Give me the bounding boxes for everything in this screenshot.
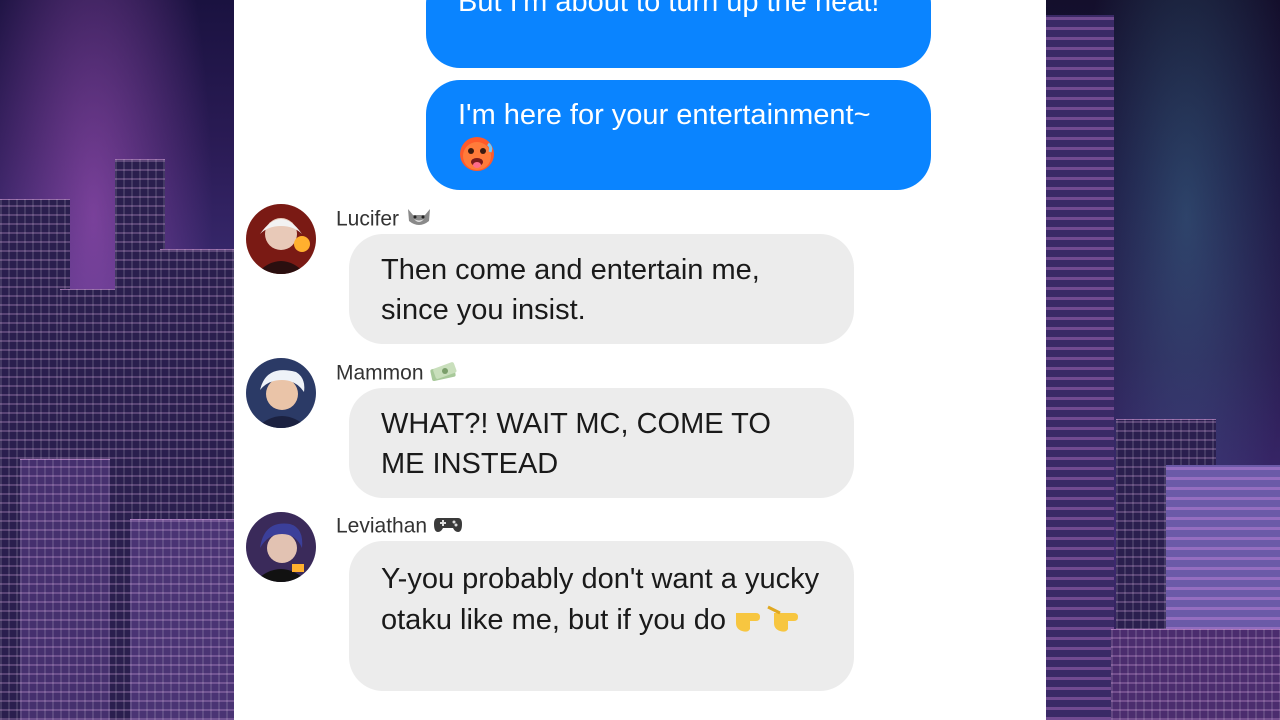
avatar-lucifer[interactable]	[246, 204, 316, 274]
outgoing-message: But I'm about to turn up the heat!	[426, 0, 931, 68]
avatar-leviathan[interactable]	[246, 512, 316, 582]
avatar-mammon[interactable]	[246, 358, 316, 428]
message-text: But I'm about to turn up the heat!	[458, 0, 880, 18]
message-text: I'm here for your entertainment~	[458, 99, 871, 131]
sender-label: Mammon	[336, 361, 424, 385]
message-text: Then come and entertain me, since you in…	[381, 254, 760, 326]
sender-name: Lucifer	[336, 205, 433, 235]
sender-name: Mammon	[336, 359, 459, 389]
wolf-emoji	[405, 205, 433, 235]
city-background-right	[1046, 0, 1280, 720]
chat-panel: But I'm about to turn up the heat! I'm h…	[234, 0, 1046, 720]
pointing-hands-emoji	[734, 599, 810, 644]
sender-name: Leviathan	[336, 512, 463, 542]
money-emoji	[429, 359, 459, 389]
sender-label: Lucifer	[336, 207, 400, 231]
incoming-message: Y-you probably don't want a yucky otaku …	[349, 541, 854, 691]
incoming-message: Then come and entertain me, since you in…	[349, 234, 854, 344]
city-background-left	[0, 0, 234, 720]
sender-label: Leviathan	[336, 514, 428, 538]
message-text: WHAT?! WAIT MC, COME TO ME INSTEAD	[381, 408, 771, 480]
outgoing-message: I'm here for your entertainment~	[426, 80, 931, 190]
hot-face-emoji	[458, 135, 496, 184]
game-controller-emoji	[433, 512, 463, 542]
incoming-message: WHAT?! WAIT MC, COME TO ME INSTEAD	[349, 388, 854, 498]
